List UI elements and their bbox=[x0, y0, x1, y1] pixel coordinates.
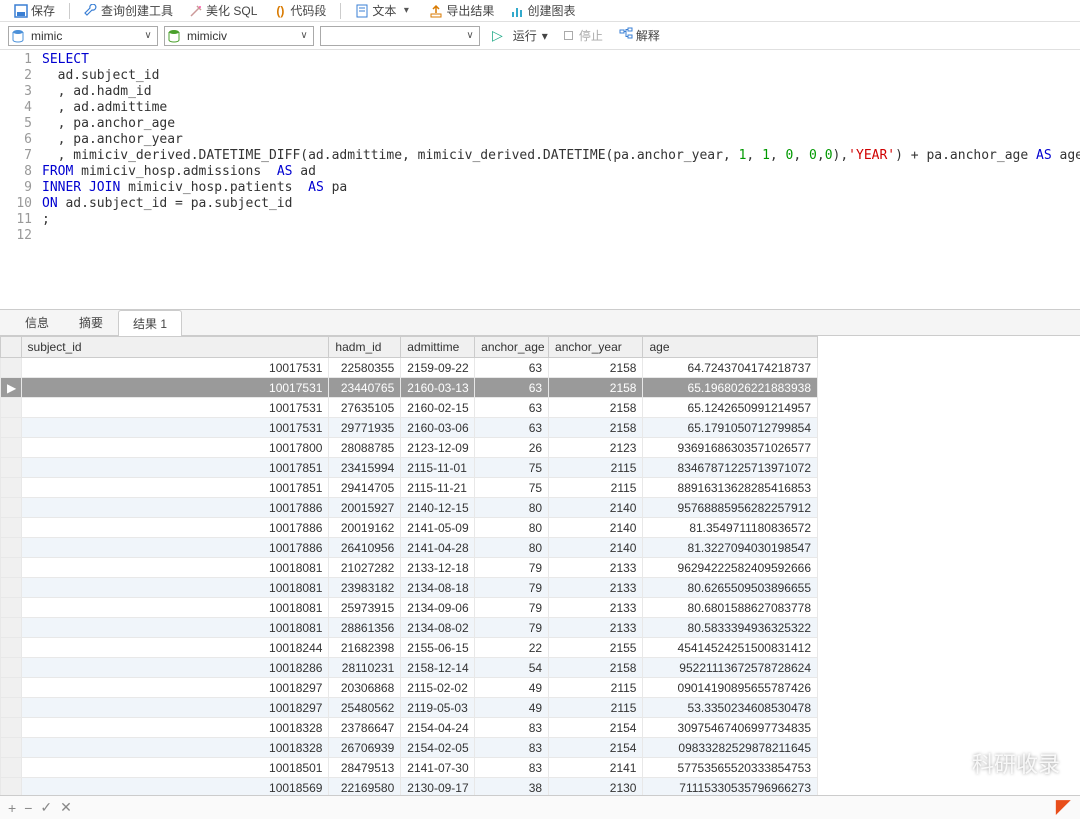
db-green-icon bbox=[167, 29, 181, 43]
grid-header-row: subject_idhadm_idadmittimeanchor_ageanch… bbox=[1, 337, 818, 358]
stop-icon bbox=[564, 31, 573, 40]
column-header[interactable]: hadm_id bbox=[329, 337, 401, 358]
table-row[interactable]: 10017531276351052160-02-1563215865.12426… bbox=[1, 398, 818, 418]
chart-button[interactable]: 创建图表 bbox=[504, 0, 581, 21]
table-row[interactable]: 10017886264109562141-04-2880214081.32270… bbox=[1, 538, 818, 558]
sql-editor[interactable]: 123456789101112 SELECT ad.subject_id , a… bbox=[0, 50, 1080, 310]
query-tool-button[interactable]: 查询创建工具 bbox=[78, 0, 179, 21]
tab-info[interactable]: 信息 bbox=[10, 309, 64, 335]
parens-icon: () bbox=[273, 4, 287, 18]
table-row[interactable]: 10018081210272822133-12-1879213396294222… bbox=[1, 558, 818, 578]
apply-button[interactable]: ✓ bbox=[40, 799, 52, 816]
chevron-down-icon[interactable]: ▾ bbox=[399, 5, 413, 16]
column-header[interactable]: anchor_year bbox=[549, 337, 643, 358]
chevron-down-icon[interactable]: ∨ bbox=[463, 30, 477, 41]
run-button[interactable]: 运行▾ bbox=[507, 25, 554, 46]
table-row[interactable]: 10018297203068682115-02-0249211509014190… bbox=[1, 678, 818, 698]
schema-combo[interactable]: ∨ bbox=[320, 26, 480, 46]
result-tabs: 信息 摘要 结果 1 bbox=[0, 310, 1080, 336]
add-row-button[interactable]: + bbox=[8, 800, 16, 816]
toolbar-conn: mimic ∨ mimiciv ∨ ∨ ▷ 运行▾ 停止 解释 bbox=[0, 22, 1080, 50]
table-row[interactable]: 10017886200159272140-12-1580214095768885… bbox=[1, 498, 818, 518]
explain-button[interactable]: 解释 bbox=[613, 25, 666, 46]
chart-icon bbox=[510, 4, 524, 18]
table-row[interactable]: 10018328237866472154-04-2483215430975467… bbox=[1, 718, 818, 738]
table-row[interactable]: 10017800280887852123-12-0926212393691686… bbox=[1, 438, 818, 458]
column-header[interactable]: age bbox=[643, 337, 818, 358]
table-row[interactable]: 10018081259739152134-09-0679213380.68015… bbox=[1, 598, 818, 618]
doc-icon bbox=[355, 4, 369, 18]
export-button[interactable]: 导出结果 bbox=[423, 0, 500, 21]
tab-result[interactable]: 结果 1 bbox=[118, 310, 182, 336]
explain-icon bbox=[619, 27, 633, 44]
tab-summary[interactable]: 摘要 bbox=[64, 309, 118, 335]
table-row[interactable]: 10018081239831822134-08-1879213380.62655… bbox=[1, 578, 818, 598]
magic-icon bbox=[189, 4, 203, 18]
line-gutter: 123456789101112 bbox=[0, 50, 38, 309]
table-row[interactable]: 10018297254805622119-05-0349211553.33502… bbox=[1, 698, 818, 718]
table-row[interactable]: 10017886200191622141-05-0980214081.35497… bbox=[1, 518, 818, 538]
footer-logo: ◤ bbox=[1056, 796, 1070, 817]
delete-row-button[interactable]: − bbox=[24, 800, 32, 816]
beautify-button[interactable]: 美化 SQL bbox=[183, 0, 263, 21]
stop-button[interactable]: 停止 bbox=[558, 25, 609, 46]
chevron-down-icon[interactable]: ∨ bbox=[141, 30, 155, 41]
column-header[interactable]: subject_id bbox=[21, 337, 329, 358]
table-row[interactable]: 10018244216823982155-06-1522215545414524… bbox=[1, 638, 818, 658]
text-button[interactable]: 文本 ▾ bbox=[349, 0, 419, 21]
wrench-icon bbox=[84, 4, 98, 18]
table-row[interactable]: 10018286281102312158-12-1454215895221113… bbox=[1, 658, 818, 678]
table-row[interactable]: 10017531297719352160-03-0663215865.17910… bbox=[1, 418, 818, 438]
table-row[interactable]: 10017531225803552159-09-2263215864.72437… bbox=[1, 358, 818, 378]
result-grid[interactable]: subject_idhadm_idadmittimeanchor_ageanch… bbox=[0, 336, 818, 796]
chevron-down-icon[interactable]: ∨ bbox=[297, 30, 311, 41]
cancel-button[interactable]: ✕ bbox=[60, 799, 72, 816]
column-header[interactable]: anchor_age bbox=[475, 337, 549, 358]
code-area[interactable]: SELECT ad.subject_id , ad.hadm_id , ad.a… bbox=[38, 50, 1080, 309]
column-header[interactable]: admittime bbox=[401, 337, 475, 358]
result-grid-wrap[interactable]: subject_idhadm_idadmittimeanchor_ageanch… bbox=[0, 336, 1080, 796]
table-row[interactable]: 10018569221695802130-09-1738213071115330… bbox=[1, 778, 818, 797]
snippet-button[interactable]: () 代码段 bbox=[267, 0, 332, 21]
statusbar: + − ✓ ✕ bbox=[0, 795, 1080, 819]
export-icon bbox=[429, 4, 443, 18]
table-row[interactable]: 10018081288613562134-08-0279213380.58333… bbox=[1, 618, 818, 638]
connection-combo[interactable]: mimic ∨ bbox=[8, 26, 158, 46]
play-icon[interactable]: ▷ bbox=[492, 27, 503, 44]
table-row[interactable]: 10018328267069392154-02-0583215409833282… bbox=[1, 738, 818, 758]
save-icon bbox=[14, 4, 28, 18]
save-button[interactable]: 保存 bbox=[8, 0, 61, 21]
table-row[interactable]: ▶10017531234407652160-03-1363215865.1968… bbox=[1, 378, 818, 398]
toolbar-top: 保存 查询创建工具 美化 SQL () 代码段 文本 ▾ 导出结果 创建图表 bbox=[0, 0, 1080, 22]
db-icon bbox=[11, 29, 25, 43]
table-row[interactable]: 10018501284795132141-07-3083214157753565… bbox=[1, 758, 818, 778]
database-combo[interactable]: mimiciv ∨ bbox=[164, 26, 314, 46]
table-row[interactable]: 10017851294147052115-11-2175211588916313… bbox=[1, 478, 818, 498]
table-row[interactable]: 10017851234159942115-11-0175211583467871… bbox=[1, 458, 818, 478]
